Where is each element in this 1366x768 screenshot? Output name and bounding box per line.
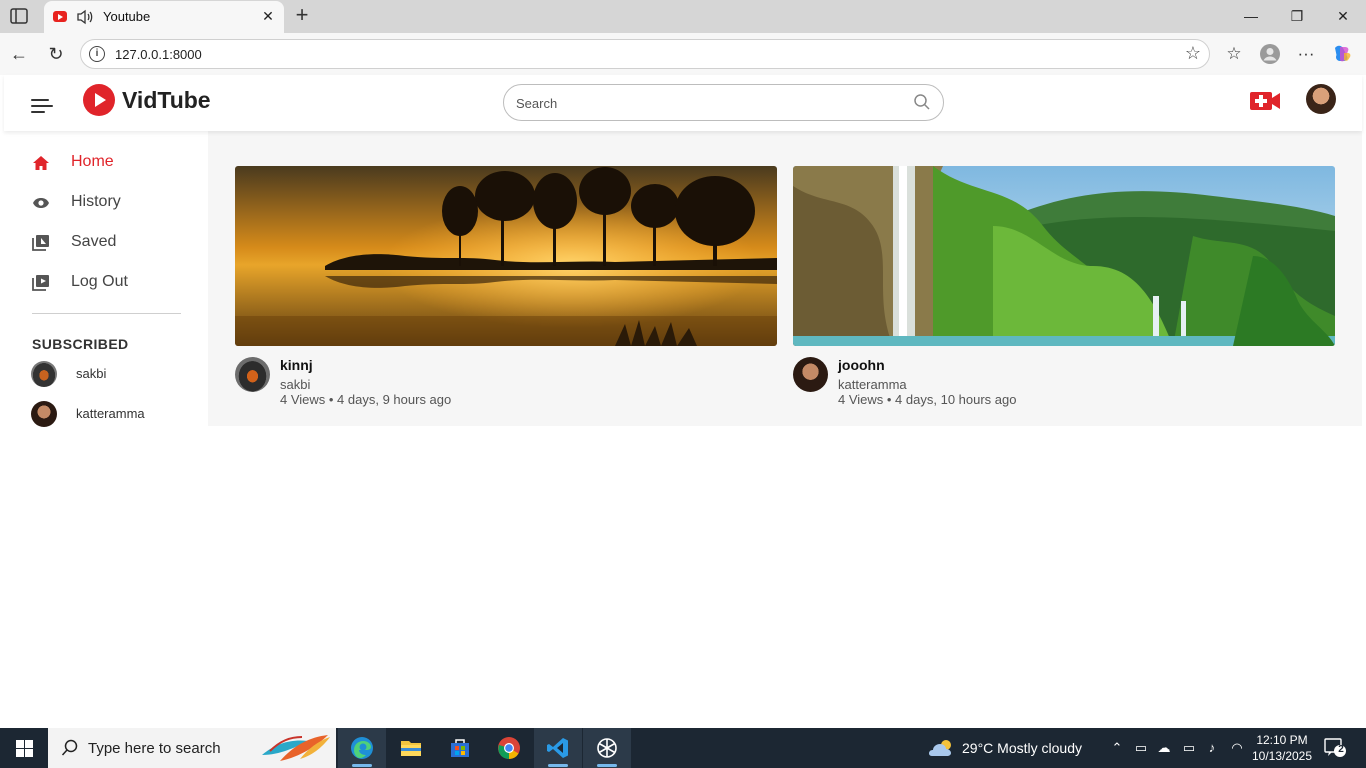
- video-grid: kinnj sakbi 4 Views • 4 days, 9 hours ag…: [208, 131, 1362, 426]
- user-avatar[interactable]: [1306, 84, 1336, 114]
- minimize-icon[interactable]: —: [1238, 6, 1264, 26]
- taskbar-file-explorer[interactable]: [387, 728, 435, 768]
- logo-text[interactable]: VidTube: [122, 87, 211, 114]
- vscode-icon: [547, 738, 568, 758]
- taskbar-vscode[interactable]: [534, 728, 582, 768]
- logout-icon: [32, 275, 49, 291]
- volume-icon[interactable]: ♪: [1204, 740, 1220, 756]
- taskbar-chatgpt[interactable]: [583, 728, 631, 768]
- feather-illustration-icon: [262, 735, 330, 761]
- taskbar-search-text: Type here to search: [88, 740, 221, 757]
- search-box[interactable]: [503, 84, 944, 121]
- folder-icon: [401, 741, 421, 756]
- camera-icon[interactable]: ▭: [1133, 740, 1149, 756]
- favorites-icon[interactable]: ☆: [1222, 42, 1246, 66]
- notifications-count: 2: [1338, 744, 1344, 755]
- edge-icon: [351, 737, 373, 759]
- back-icon[interactable]: ←: [8, 43, 30, 65]
- browser-tab[interactable]: Youtube ✕: [44, 1, 284, 33]
- logo-play-icon[interactable]: [83, 84, 115, 116]
- subscription-name: katteramma: [76, 406, 145, 421]
- subscribed-heading: SUBSCRIBED: [32, 336, 129, 352]
- subscription-item[interactable]: sakbi: [31, 361, 201, 387]
- sidebar-divider: [32, 313, 181, 314]
- upload-video-icon[interactable]: [1250, 91, 1280, 111]
- tab-title: Youtube: [103, 9, 151, 24]
- sidebar-item-label: History: [71, 193, 121, 210]
- menu-icon[interactable]: [31, 99, 53, 115]
- store-icon: [451, 739, 469, 757]
- sidebar: Home History Saved Log Out SUBSCRIBED sa…: [4, 131, 208, 725]
- profile-icon[interactable]: [1258, 42, 1282, 66]
- search-icon: [61, 739, 78, 756]
- search-icon[interactable]: [913, 93, 931, 111]
- time-text: 12:10 PM: [1256, 733, 1308, 747]
- channel-avatar[interactable]: [235, 357, 270, 392]
- chevron-up-icon[interactable]: ⌃: [1109, 740, 1125, 756]
- channel-name[interactable]: sakbi: [280, 377, 310, 392]
- video-meta: 4 Views • 4 days, 9 hours ago: [280, 392, 452, 407]
- sidebar-item-label: Home: [71, 153, 114, 170]
- channel-name[interactable]: katteramma: [838, 377, 907, 392]
- tab-close-icon[interactable]: ✕: [260, 8, 276, 24]
- video-meta: 4 Views • 4 days, 10 hours ago: [838, 392, 1017, 407]
- taskbar-chrome[interactable]: [485, 728, 533, 768]
- app-header: VidTube: [4, 75, 1362, 131]
- sidebar-toggle-icon[interactable]: [10, 8, 28, 24]
- windows-start-icon[interactable]: [16, 740, 33, 757]
- sidebar-item-label: Saved: [71, 233, 117, 250]
- video-card[interactable]: kinnj sakbi 4 Views • 4 days, 9 hours ag…: [235, 166, 777, 416]
- refresh-icon[interactable]: ↻: [45, 43, 67, 65]
- video-title[interactable]: kinnj: [280, 357, 313, 373]
- more-options-icon[interactable]: ···: [1294, 42, 1318, 66]
- search-input[interactable]: [516, 93, 896, 113]
- windows-taskbar: Type here to search 29°C Mostly cloudy ⌃…: [0, 728, 1366, 768]
- taskbar-edge[interactable]: [338, 728, 386, 768]
- url-text[interactable]: 127.0.0.1:8000: [115, 47, 202, 62]
- date-text: 10/13/2025: [1251, 749, 1313, 763]
- video-thumbnail[interactable]: [235, 166, 777, 346]
- video-card[interactable]: jooohn katteramma 4 Views • 4 days, 10 h…: [793, 166, 1335, 416]
- subscription-name: sakbi: [76, 366, 107, 381]
- onedrive-icon[interactable]: ☁: [1156, 740, 1172, 756]
- favorite-star-icon[interactable]: ☆: [1185, 43, 1201, 64]
- chatgpt-icon: [597, 738, 617, 758]
- sidebar-item-logout[interactable]: Log Out: [32, 271, 202, 295]
- window-close-icon[interactable]: ✕: [1330, 6, 1356, 26]
- restore-icon[interactable]: ❐: [1284, 6, 1310, 26]
- chrome-icon: [498, 737, 520, 759]
- address-bar[interactable]: i 127.0.0.1:8000 ☆: [80, 39, 1210, 69]
- youtube-favicon-icon: [53, 11, 67, 22]
- taskbar-clock[interactable]: 12:10 PM 10/13/2025: [1250, 732, 1314, 764]
- taskbar-store[interactable]: [436, 728, 484, 768]
- weather-text[interactable]: 29°C Mostly cloudy: [962, 740, 1082, 756]
- video-thumbnail[interactable]: [793, 166, 1335, 346]
- wifi-icon[interactable]: ◠: [1229, 740, 1245, 756]
- battery-icon[interactable]: ▭: [1181, 740, 1197, 756]
- channel-avatar: [31, 401, 57, 427]
- sidebar-item-saved[interactable]: Saved: [32, 231, 202, 255]
- eye-icon: [33, 198, 49, 208]
- channel-avatar: [31, 361, 57, 387]
- browser-tab-bar: Youtube ✕ + — ❐ ✕: [0, 0, 1366, 33]
- video-title[interactable]: jooohn: [838, 357, 885, 373]
- subscription-item[interactable]: katteramma: [31, 401, 201, 427]
- library-icon: [32, 235, 49, 251]
- channel-avatar[interactable]: [793, 357, 828, 392]
- copilot-icon[interactable]: [1330, 42, 1354, 66]
- new-tab-icon[interactable]: +: [291, 4, 313, 27]
- web-page: VidTube Home History Saved Log Out SUBSC…: [4, 75, 1362, 725]
- site-info-icon[interactable]: i: [89, 46, 105, 62]
- speaker-icon[interactable]: [76, 8, 94, 26]
- home-icon: [33, 156, 49, 170]
- taskbar-search[interactable]: Type here to search: [48, 728, 336, 768]
- sidebar-item-home[interactable]: Home: [32, 151, 202, 175]
- sidebar-item-history[interactable]: History: [32, 191, 202, 215]
- sidebar-item-label: Log Out: [71, 273, 128, 290]
- weather-cloud-icon[interactable]: [928, 738, 956, 758]
- browser-toolbar: ← ↻ i 127.0.0.1:8000 ☆ ☆ ···: [0, 33, 1366, 75]
